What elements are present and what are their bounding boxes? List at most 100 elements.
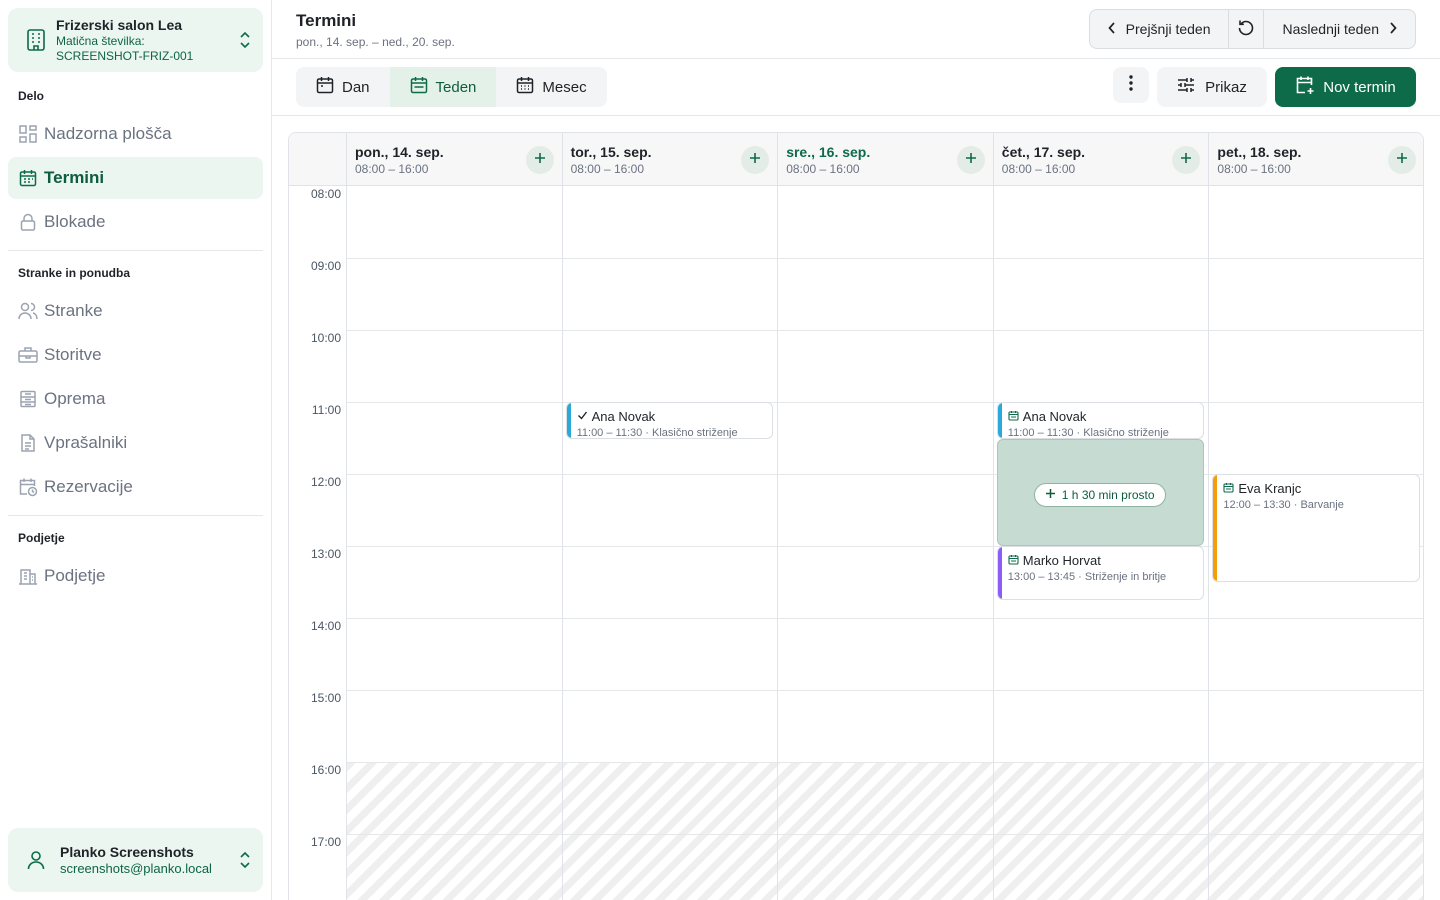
hour-label: 12:00 — [310, 475, 341, 489]
appointment-details: 11:00 – 11:30 · Klasično striženje — [576, 427, 738, 439]
chevrons-up-down-icon — [227, 851, 263, 869]
sidebar-item-label: Rezervacije — [44, 477, 133, 496]
new-appointment-button[interactable]: Nov termin — [1275, 67, 1416, 107]
hour-label: 15:00 — [310, 691, 341, 705]
tab-day[interactable]: Dan — [296, 67, 390, 107]
appointment-client: Ana Novak — [577, 409, 655, 424]
nav-group-label: Podjetje — [18, 531, 65, 545]
next-week-button[interactable]: Naslednji teden — [1264, 10, 1415, 48]
prev-week-button[interactable]: Prejšnji teden — [1090, 10, 1229, 48]
hour-label: 17:00 — [310, 835, 341, 849]
display-label: Prikaz — [1205, 78, 1247, 96]
day-working-hours: 08:00 – 16:00 — [355, 162, 429, 176]
appointment-card[interactable]: Eva Kranjc 12:00 – 13:30 · Barvanje — [1212, 474, 1420, 582]
day-title: čet., 17. sep. — [1001, 144, 1086, 160]
building-icon — [8, 567, 44, 585]
document-icon — [8, 434, 44, 452]
day-column-divider — [992, 186, 994, 900]
calendar-toolbar: Dan Teden Mesec Prikaz Nov termin — [272, 59, 1440, 116]
add-appointment-button[interactable] — [1172, 146, 1201, 174]
equipment-icon — [8, 390, 44, 408]
check-icon — [577, 409, 588, 424]
sidebar-item-rezervacije[interactable]: Rezervacije — [8, 466, 263, 508]
day-title: pon., 14. sep. — [355, 144, 444, 160]
day-header: pon., 14. sep. 08:00 – 16:00 — [346, 133, 562, 186]
divider — [8, 515, 263, 516]
divider — [8, 250, 263, 251]
add-appointment-button[interactable] — [1387, 146, 1416, 174]
sidebar-item-vprasalniki[interactable]: Vprašalniki — [8, 422, 263, 464]
add-appointment-button[interactable] — [956, 146, 985, 174]
tab-label: Teden — [435, 78, 477, 96]
hour-gridline — [346, 258, 1423, 259]
calendar-clock-icon — [8, 477, 44, 497]
sidebar-item-stranke[interactable]: Stranke — [8, 290, 263, 332]
sidebar-item-termini[interactable]: Termini — [8, 157, 263, 199]
tab-label: Dan — [342, 78, 370, 96]
display-settings-button[interactable]: Prikaz — [1157, 67, 1267, 107]
day-header: pet., 18. sep. 08:00 – 16:00 — [1208, 133, 1423, 186]
sidebar-item-podjetje[interactable]: Podjetje — [8, 555, 263, 597]
org-id-value: SCREENSHOT-FRIZ-001 — [56, 49, 194, 63]
plus-icon — [749, 151, 761, 169]
free-slot-label: 1 h 30 min prosto — [1061, 488, 1155, 502]
add-appointment-button[interactable] — [741, 146, 770, 174]
calendar-header: pon., 14. sep. 08:00 – 16:00 tor., 15. sep… — [289, 133, 1423, 186]
appointment-details: 13:00 – 13:45 · Striženje in britje — [1007, 571, 1167, 583]
day-title: sre., 16. sep. — [786, 144, 871, 160]
day-header: čet., 17. sep. 08:00 – 16:00 — [992, 133, 1209, 186]
more-options-button[interactable] — [1113, 67, 1149, 103]
plus-icon — [965, 151, 977, 169]
appointment-card[interactable]: Ana Novak 11:00 – 11:30 · Klasično striže… — [565, 402, 774, 439]
sidebar-item-label: Storitve — [44, 345, 102, 364]
calendar-icon — [1008, 409, 1019, 424]
status-color-bar — [997, 547, 1002, 599]
calendar-icon — [410, 76, 428, 98]
view-tabs: Dan Teden Mesec — [296, 67, 607, 107]
day-title: tor., 15. sep. — [570, 144, 652, 160]
status-color-bar — [566, 403, 571, 438]
building-icon — [16, 8, 56, 72]
user-name: Planko Screenshots — [60, 844, 194, 860]
tab-label: Mesec — [542, 78, 587, 96]
hour-label: 13:00 — [310, 547, 341, 561]
hour-label: 11:00 — [311, 403, 341, 417]
calendar-icon — [8, 169, 44, 187]
hour-label: 10:00 — [310, 331, 341, 345]
book-free-slot-button[interactable]: 1 h 30 min prosto — [1033, 483, 1166, 507]
free-slot[interactable]: 1 h 30 min prosto — [996, 439, 1205, 546]
next-week-label: Naslednji teden — [1282, 21, 1379, 37]
tab-month[interactable]: Mesec — [496, 67, 606, 107]
sidebar: Frizerski salon Lea Matična številka: SC… — [0, 0, 272, 900]
day-working-hours: 08:00 – 16:00 — [570, 162, 644, 176]
new-appointment-label: Nov termin — [1323, 78, 1396, 96]
plus-icon — [1045, 488, 1056, 502]
org-switcher[interactable]: Frizerski salon Lea Matična številka: SC… — [8, 8, 263, 72]
hour-gridline — [346, 618, 1423, 619]
calendar-icon — [516, 76, 534, 98]
lock-icon — [8, 213, 44, 231]
chevron-left-icon — [1108, 21, 1116, 37]
today-button[interactable] — [1229, 10, 1263, 48]
more-vertical-icon — [1129, 74, 1133, 96]
day-working-hours: 08:00 – 16:00 — [1217, 162, 1291, 176]
appointment-card[interactable]: Marko Horvat 13:00 – 13:45 · Striženje in… — [996, 546, 1205, 600]
page-header: Termini pon., 14. sep. – ned., 20. sep. … — [272, 0, 1440, 59]
plus-icon — [1180, 151, 1192, 169]
sidebar-item-oprema[interactable]: Oprema — [8, 378, 263, 420]
tab-week[interactable]: Teden — [389, 67, 497, 107]
add-appointment-button[interactable] — [525, 146, 554, 174]
plus-icon — [534, 151, 546, 169]
status-color-bar — [997, 403, 1002, 438]
sidebar-item-storitve[interactable]: Storitve — [8, 334, 263, 376]
appointment-client: Ana Novak — [1008, 409, 1086, 424]
sidebar-item-blokade[interactable]: Blokade — [8, 201, 263, 243]
hour-gridline — [346, 330, 1423, 331]
appointment-card[interactable]: Ana Novak 11:00 – 11:30 · Klasično striže… — [996, 402, 1205, 439]
sidebar-item-dashboard[interactable]: Nadzorna plošča — [8, 113, 263, 155]
chevron-right-icon — [1389, 21, 1397, 37]
user-menu[interactable]: Planko Screenshots screenshots@planko.lo… — [8, 828, 263, 892]
week-navigation: Prejšnji teden Naslednji teden — [1088, 9, 1416, 49]
briefcase-icon — [8, 346, 44, 364]
user-email: screenshots@planko.local — [60, 861, 212, 876]
